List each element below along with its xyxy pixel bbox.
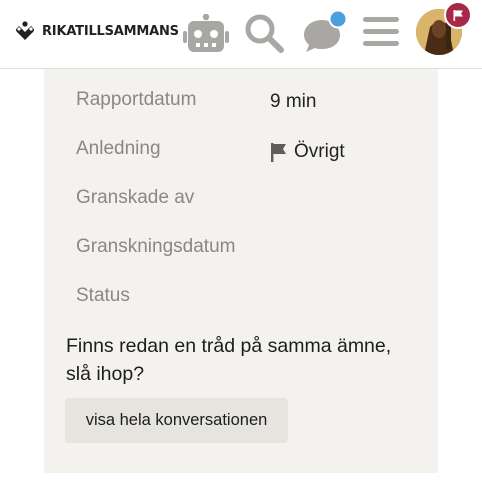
status-label: Status (76, 285, 130, 306)
report-date-label: Rapportdatum (76, 89, 197, 110)
logo-text: RIKATILLSAMMANS (42, 23, 179, 39)
merge-question-line-2: slå ihop? (66, 363, 145, 385)
site-header: RIKATILLSAMMANS (0, 0, 482, 69)
site-logo[interactable]: RIKATILLSAMMANS (14, 20, 179, 42)
chat-icon[interactable] (302, 10, 348, 56)
reason-text: Övrigt (294, 141, 345, 162)
flag-icon (453, 10, 463, 21)
review-date-label: Granskningsdatum (76, 236, 236, 257)
merge-question: Finns redan en tråd på samma ämne, slå i… (66, 332, 426, 388)
report-date-text: 9 min (270, 91, 317, 112)
merge-question-line-1: Finns redan en tråd på samma ämne, (66, 335, 392, 357)
hamburger-menu-icon[interactable] (363, 15, 399, 49)
search-icon[interactable] (243, 12, 285, 54)
reviewed-by-label: Granskade av (76, 187, 195, 208)
reason-label: Anledning (76, 138, 161, 159)
logo-icon (16, 21, 34, 40)
flag-icon (271, 143, 286, 162)
robot-icon[interactable] (183, 14, 229, 54)
flag-badge[interactable] (444, 1, 472, 29)
show-conversation-button[interactable]: visa hela konversationen (65, 398, 288, 443)
report-date-value: 9 min (270, 91, 316, 113)
reason-value: Övrigt (270, 141, 345, 163)
